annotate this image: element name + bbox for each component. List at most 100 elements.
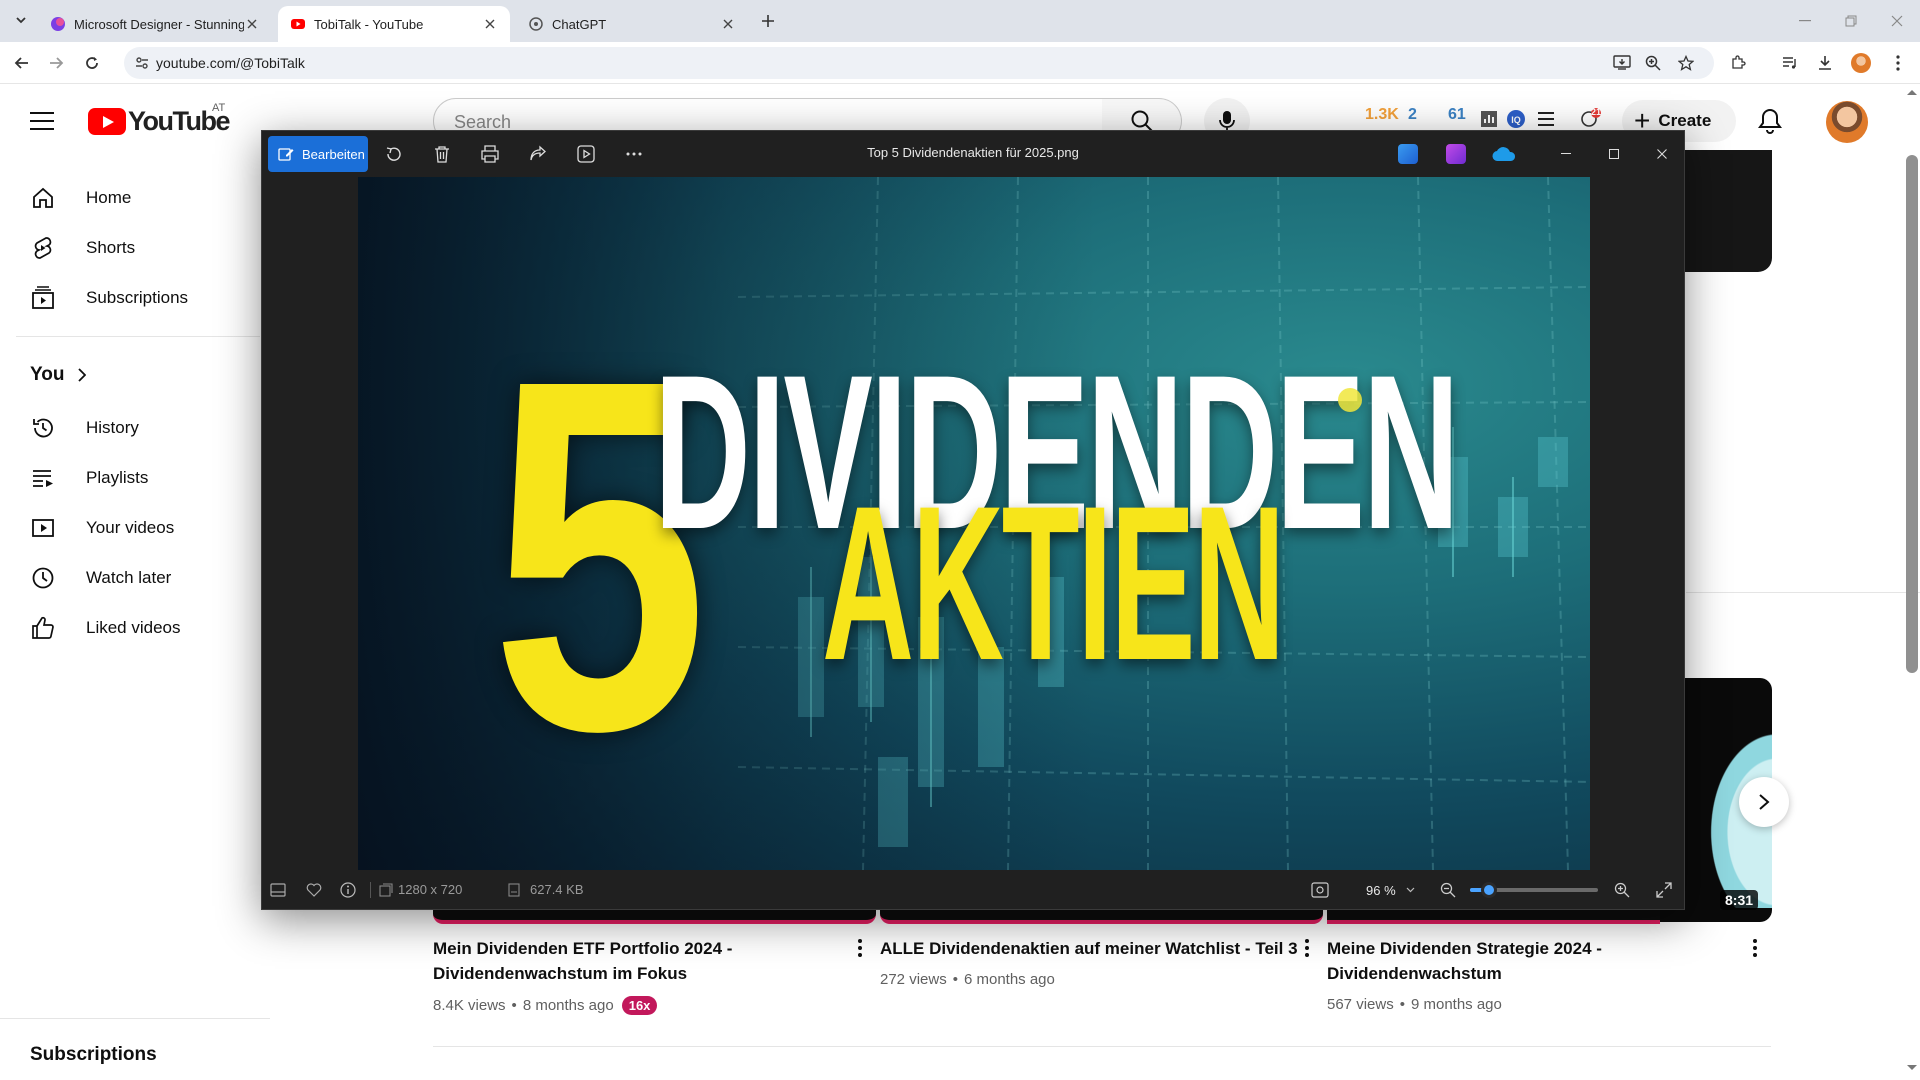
list-icon[interactable] [1538,112,1554,126]
address-bar[interactable]: youtube.com/@TobiTalk [124,47,1714,79]
you-label: You [30,364,65,385]
close-icon [1657,149,1667,159]
video-title[interactable]: Mein Dividenden ETF Portfolio 2024 - Div… [433,936,732,986]
profile-button[interactable] [1849,51,1873,75]
video-menu-button[interactable] [1745,936,1765,960]
zoom-slider[interactable] [1470,882,1598,898]
arrow-up-icon [1907,90,1917,95]
extensions-button[interactable] [1726,51,1750,75]
favorite-button[interactable] [304,880,324,900]
video-thumbnail[interactable] [880,908,1323,924]
history-icon [30,415,56,441]
sidebar-item-liked-videos[interactable]: Liked videos [12,606,248,650]
notifications-button[interactable] [1758,108,1782,134]
youtube-sidebar: Home Shorts Subscriptions You History Pl… [0,160,270,1080]
viewer-close-button[interactable] [1650,142,1674,166]
new-tab-button[interactable] [756,9,780,33]
dimensions-icon [376,880,396,900]
zoom-out-button[interactable] [1438,880,1458,900]
fit-to-window-button[interactable] [1310,880,1330,900]
scroll-down-button[interactable] [1906,1064,1918,1072]
designer-app-icon[interactable] [1398,144,1418,164]
analytics-icon[interactable] [1480,110,1498,128]
reload-button[interactable] [80,51,104,75]
install-app-button[interactable] [1610,51,1634,75]
close-tab-icon[interactable] [482,16,498,32]
playlists-icon [30,465,56,491]
full-screen-button[interactable] [1654,880,1674,900]
tab-tobitalk-youtube[interactable]: TobiTalk - YouTube [278,6,510,42]
create-label: Create [1658,111,1712,130]
sidebar-item-label: Home [86,188,132,207]
close-window-button[interactable] [1874,0,1920,42]
stat-3: 61 [1448,106,1466,123]
zoom-in-icon [1614,882,1630,898]
tab-microsoft-designer[interactable]: Microsoft Designer - Stunning [38,6,272,42]
zoom-page-button[interactable] [1641,51,1665,75]
tab-chatgpt[interactable]: ChatGPT [516,6,748,42]
sidebar-item-subscriptions[interactable]: Subscriptions [12,276,248,320]
viewer-maximize-button[interactable] [1602,142,1626,166]
install-icon [1613,55,1631,70]
video-menu-button[interactable] [850,936,870,960]
close-tab-icon[interactable] [244,16,260,32]
sidebar-item-your-videos[interactable]: Your videos [12,506,248,550]
carousel-next-button[interactable] [1739,777,1789,827]
svg-text:IQ: IQ [1511,115,1521,125]
sidebar-you-heading[interactable]: You [30,364,87,386]
restore-icon [1845,15,1857,27]
sidebar-item-home[interactable]: Home [12,176,248,220]
extension-logo-icon[interactable]: IQ [1506,109,1526,129]
sidebar-divider [16,336,260,337]
bell-icon [1758,108,1782,134]
tab-search-button[interactable] [10,9,32,31]
minimize-window-button[interactable] [1782,0,1828,42]
viewer-minimize-button[interactable] [1554,142,1578,166]
your-videos-icon [30,515,56,541]
filmstrip-toggle-button[interactable] [268,880,288,900]
zoom-in-button[interactable] [1612,880,1632,900]
onedrive-icon[interactable] [1492,146,1516,162]
guide-menu-button[interactable] [30,112,54,130]
filmstrip-icon [270,883,286,897]
scroll-up-button[interactable] [1906,88,1918,96]
account-avatar[interactable] [1826,101,1868,143]
zoom-level-dropdown[interactable]: 96 % [1358,876,1422,904]
video-menu-button[interactable] [1297,936,1317,960]
sidebar-item-history[interactable]: History [12,406,248,450]
page-scrollbar[interactable] [1906,155,1918,673]
forward-button[interactable] [44,51,68,75]
designer-favicon-icon [51,17,65,31]
sidebar-item-label: History [86,418,139,437]
back-button[interactable] [10,51,34,75]
video-title[interactable]: ALLE Dividendenaktien auf meiner Watchli… [880,936,1298,961]
sidebar-item-shorts[interactable]: Shorts [12,226,248,270]
viewer-toolbar: Bearbeiten Top 5 Dividendenaktien für 20… [262,131,1684,177]
close-tab-icon[interactable] [720,16,736,32]
sidebar-item-label: Shorts [86,238,136,257]
url-text: youtube.com/@TobiTalk [156,55,305,71]
sidebar-item-playlists[interactable]: Playlists [12,456,248,500]
file-info-button[interactable] [338,880,358,900]
subscriptions-icon [30,285,56,311]
zoom-slider-thumb[interactable] [1481,882,1498,898]
view-multiplier-badge: 16x [621,996,658,1015]
queue-music-icon [1783,57,1796,69]
sidebar-item-watch-later[interactable]: Watch later [12,556,248,600]
video-title[interactable]: Meine Dividenden Strategie 2024 - Divide… [1327,936,1602,986]
video-thumbnail[interactable] [433,908,876,924]
bookmark-star-button[interactable] [1674,51,1698,75]
notification-count: 21 [1591,107,1602,117]
restore-window-button[interactable] [1828,0,1874,42]
site-info-icon[interactable] [134,55,150,71]
sidebar-divider [0,1018,270,1019]
clipchamp-app-icon[interactable] [1446,144,1466,164]
sidebar-item-label: Watch later [86,568,172,587]
home-icon [30,185,56,211]
media-controls-button[interactable] [1778,51,1802,75]
youtube-logo[interactable]: YouTube AT [88,102,230,137]
video-thumbnail[interactable] [1327,908,1660,924]
chrome-menu-button[interactable] [1886,51,1910,75]
downloads-button[interactable] [1813,51,1837,75]
info-icon [340,882,356,898]
